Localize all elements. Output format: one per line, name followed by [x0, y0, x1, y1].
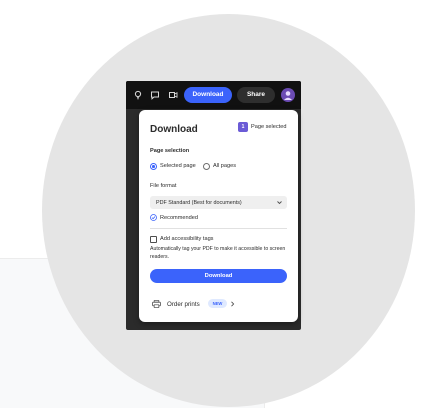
file-format-select[interactable]: PDF Standard (Best for documents)	[150, 196, 287, 209]
checkmark-circle-icon	[150, 214, 157, 221]
order-prints-link[interactable]: Order prints	[167, 301, 200, 308]
share-button[interactable]: Share	[237, 87, 275, 103]
avatar[interactable]	[281, 88, 295, 102]
chevron-right-icon[interactable]	[230, 301, 235, 307]
radio-selected-page-label[interactable]: Selected page	[160, 163, 196, 169]
accessibility-checkbox[interactable]	[150, 236, 157, 243]
divider	[150, 228, 287, 229]
printer-icon	[152, 300, 161, 308]
new-badge: NEW	[208, 299, 227, 308]
download-button[interactable]: Download	[150, 269, 287, 283]
page-selection-label: Page selection	[150, 148, 190, 154]
top-toolbar: Download Share	[126, 81, 301, 109]
comment-icon[interactable]	[150, 90, 160, 100]
user-avatar-icon	[284, 91, 292, 100]
recommended-label: Recommended	[160, 215, 198, 221]
present-icon[interactable]	[168, 90, 178, 100]
selected-label: Page selected	[251, 124, 287, 130]
file-format-label: File format	[150, 183, 177, 189]
toolbar-download-button[interactable]: Download	[184, 87, 232, 103]
selected-count-badge: 1	[238, 122, 248, 132]
radio-selected-page[interactable]	[150, 163, 157, 170]
accessibility-description: Automatically tag your PDF to make it ac…	[150, 246, 286, 260]
radio-all-pages[interactable]	[203, 163, 210, 170]
panel-title: Download	[150, 124, 198, 135]
radio-all-pages-label[interactable]: All pages	[213, 163, 236, 169]
download-panel: Download 1 Page selected Page selection …	[139, 110, 298, 322]
accessibility-checkbox-label[interactable]: Add accessibility tags	[160, 236, 213, 242]
chevron-down-icon	[277, 201, 282, 205]
lightbulb-icon[interactable]	[133, 90, 143, 100]
file-format-value: PDF Standard (Best for documents)	[156, 199, 242, 206]
